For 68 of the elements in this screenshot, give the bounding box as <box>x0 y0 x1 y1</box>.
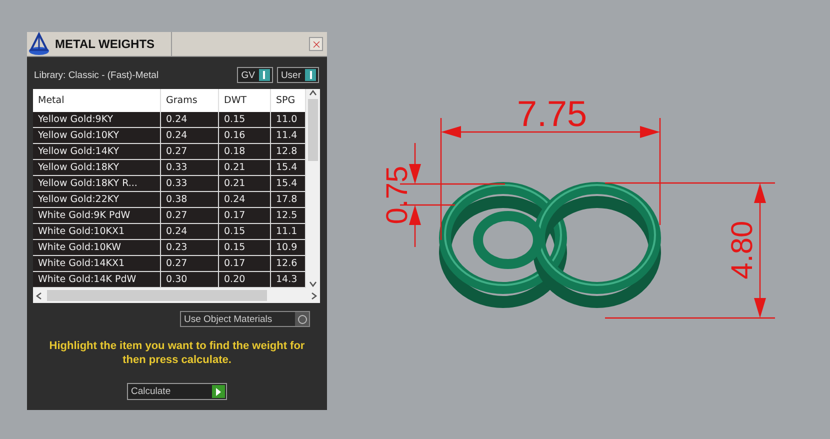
library-label: Library: Classic - (Fast)-Metal <box>34 70 160 80</box>
table-cell[interactable]: White Gold:14K PdW <box>33 272 161 288</box>
table-cell[interactable]: 11.4 <box>271 128 306 144</box>
close-icon <box>310 38 322 50</box>
table-cell[interactable]: 11.0 <box>271 112 306 128</box>
table-cell[interactable]: 12.6 <box>271 256 306 272</box>
table-cell[interactable]: 0.20 <box>219 272 271 288</box>
table-cell[interactable]: Yellow Gold:18KY R... <box>33 176 161 192</box>
scroll-right-icon[interactable] <box>310 292 318 300</box>
table-cell[interactable]: White Gold:10KW <box>33 240 161 256</box>
table-cell[interactable]: 0.16 <box>219 128 271 144</box>
table-cell[interactable]: 0.33 <box>161 176 219 192</box>
logo-icon <box>27 32 51 56</box>
dimension-label: 4.80 <box>726 220 759 280</box>
window-title: METAL WEIGHTS <box>55 37 156 51</box>
table-cell[interactable]: 11.1 <box>271 224 306 240</box>
close-button[interactable] <box>309 37 323 51</box>
table-cell[interactable]: 0.17 <box>219 256 271 272</box>
table-cell[interactable]: 0.24 <box>161 128 219 144</box>
scroll-left-icon[interactable] <box>35 292 43 300</box>
table-cell[interactable]: 12.8 <box>271 144 306 160</box>
dimension-label: 7.75 <box>516 93 588 134</box>
table-cell[interactable]: 0.21 <box>219 160 271 176</box>
table-cell[interactable]: White Gold:14KX1 <box>33 256 161 272</box>
scrollbar-thumb[interactable] <box>308 99 318 161</box>
table-cell[interactable]: 0.21 <box>219 176 271 192</box>
scrollbar-thumb[interactable] <box>47 290 267 301</box>
table-cell[interactable]: Yellow Gold:14KY <box>33 144 161 160</box>
table-cell[interactable]: 10.9 <box>271 240 306 256</box>
table-cell[interactable]: Yellow Gold:18KY <box>33 160 161 176</box>
table-cell[interactable]: 0.17 <box>219 208 271 224</box>
table-cell[interactable]: 15.4 <box>271 160 306 176</box>
table-cell[interactable]: White Gold:9K PdW <box>33 208 161 224</box>
table-cell[interactable]: 0.27 <box>161 208 219 224</box>
horizontal-scrollbar[interactable] <box>33 288 320 303</box>
dimension-label: 0.75 <box>381 166 414 224</box>
scroll-up-icon[interactable] <box>309 89 317 97</box>
table-cell[interactable]: 17.8 <box>271 192 306 208</box>
vertical-scrollbar[interactable] <box>306 89 320 288</box>
use-object-materials-toggle[interactable]: Use Object Materials <box>180 311 310 327</box>
table-cell[interactable]: 0.24 <box>219 192 271 208</box>
table-cell[interactable]: 0.15 <box>219 224 271 240</box>
table-cell[interactable]: Yellow Gold:22KY <box>33 192 161 208</box>
table-cell[interactable]: Yellow Gold:9KY <box>33 112 161 128</box>
table-cell[interactable]: 0.15 <box>219 240 271 256</box>
table-cell[interactable]: White Gold:10KX1 <box>33 224 161 240</box>
instruction-text: Highlight the item you want to find the weight for then press calculate. <box>49 339 305 367</box>
table-cell[interactable]: 0.38 <box>161 192 219 208</box>
table-cell[interactable]: 12.5 <box>271 208 306 224</box>
dimension-arrow <box>409 143 421 184</box>
scroll-down-icon[interactable] <box>309 280 317 288</box>
calculate-button[interactable]: Calculate <box>127 383 227 400</box>
toggle-button[interactable]: User <box>276 67 319 83</box>
table-cell[interactable]: 0.33 <box>161 160 219 176</box>
table-cell[interactable]: 0.23 <box>161 240 219 256</box>
table-cell[interactable]: Yellow Gold:10KY <box>33 128 161 144</box>
play-icon <box>212 385 225 398</box>
toggle-button[interactable]: GV <box>237 67 273 83</box>
table-cell[interactable]: 0.24 <box>161 224 219 240</box>
table-cell[interactable]: 0.27 <box>161 256 219 272</box>
table-cell[interactable]: 15.4 <box>271 176 306 192</box>
table-cell[interactable]: 14.3 <box>271 272 306 288</box>
table-cell[interactable]: 0.27 <box>161 144 219 160</box>
table-cell[interactable]: 0.24 <box>161 112 219 128</box>
table-cell[interactable]: 0.18 <box>219 144 271 160</box>
table-cell[interactable]: 0.30 <box>161 272 219 288</box>
dimension-arrow <box>409 205 421 247</box>
table-cell[interactable]: 0.15 <box>219 112 271 128</box>
